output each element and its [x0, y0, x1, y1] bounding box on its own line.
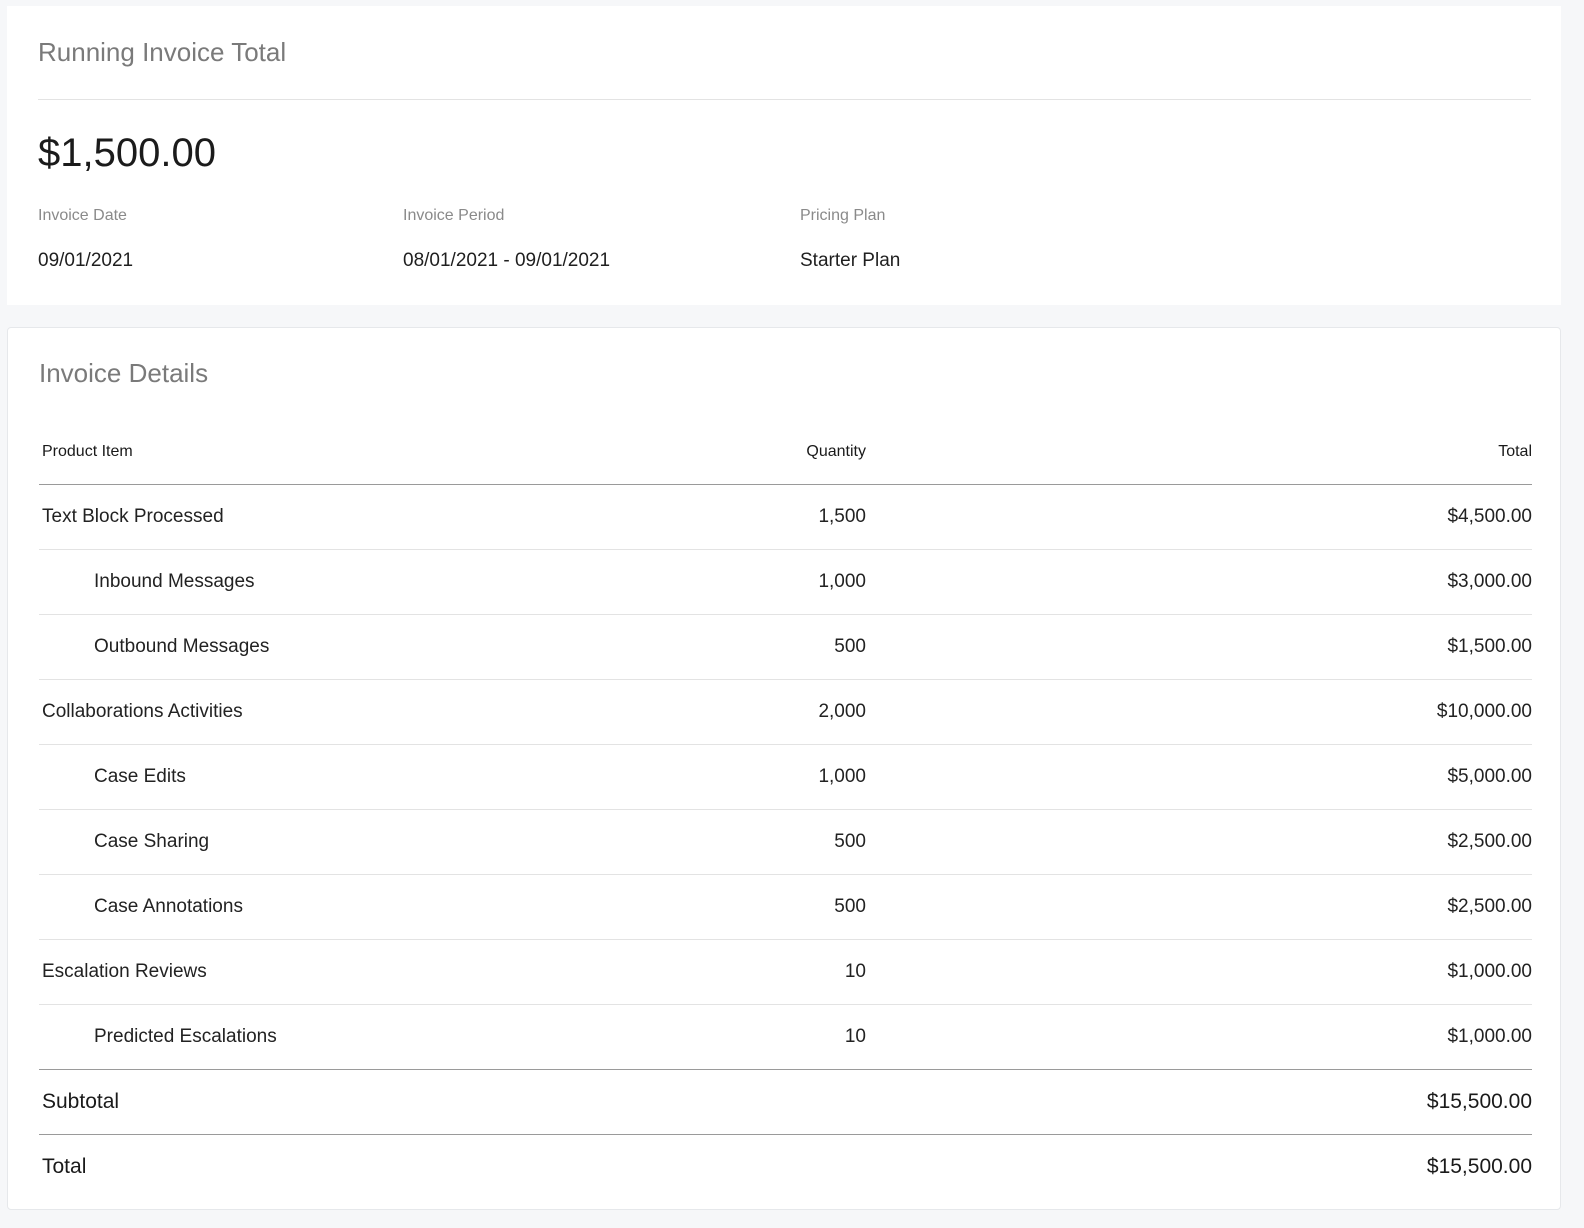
subtotal-spacer	[654, 1069, 866, 1135]
column-header-total: Total	[866, 419, 1532, 485]
row-item: Collaborations Activities	[39, 679, 654, 745]
row-item-link-case-edits[interactable]: Case Edits	[39, 744, 654, 810]
invoice-date-value: 09/01/2021	[38, 250, 134, 271]
invoice-details-table: Product Item Quantity Total Text Block P…	[39, 419, 1532, 1199]
table-row: Escalation Reviews 10 $1,000.00	[39, 939, 1532, 1005]
table-row: Case Edits 1,000 $5,000.00	[39, 744, 1532, 810]
subtotal-row: Subtotal $15,500.00	[39, 1069, 1532, 1135]
total-value: $15,500.00	[1426, 1155, 1532, 1178]
row-item: Text Block Processed	[39, 484, 654, 550]
row-total: $4,500.00	[866, 484, 1532, 550]
row-item: Escalation Reviews	[39, 939, 654, 1005]
row-total: $10,000.00	[866, 679, 1532, 745]
pricing-plan-value: Starter Plan	[800, 250, 901, 271]
running-invoice-card: Running Invoice Total $1,500.00 Invoice …	[7, 6, 1561, 305]
table-row: Case Annotations 500 $2,500.00	[39, 874, 1532, 940]
column-header-product-item: Product Item	[39, 419, 654, 485]
invoice-details-card: Invoice Details Product Item Quantity To…	[7, 327, 1561, 1210]
row-total: $2,500.00	[866, 874, 1532, 940]
table-row: Outbound Messages 500 $1,500.00	[39, 614, 1532, 680]
divider	[38, 99, 1531, 100]
row-item-link-case-annotations[interactable]: Case Annotations	[39, 874, 654, 940]
table-row: Text Block Processed 1,500 $4,500.00	[39, 484, 1532, 550]
row-total: $1,000.00	[866, 1004, 1532, 1070]
invoice-details-title: Invoice Details	[39, 358, 209, 388]
row-total: $1,500.00	[866, 614, 1532, 680]
row-item-link-outbound-messages[interactable]: Outbound Messages	[39, 614, 654, 680]
table-row: Case Sharing 500 $2,500.00	[39, 809, 1532, 875]
invoice-period-label: Invoice Period	[403, 207, 505, 224]
row-item-link-case-sharing[interactable]: Case Sharing	[39, 809, 654, 875]
column-header-quantity: Quantity	[654, 419, 866, 485]
row-item-link-inbound-messages[interactable]: Inbound Messages	[39, 549, 654, 615]
invoice-period-value: 08/01/2021 - 09/01/2021	[403, 250, 611, 271]
row-quantity: 500	[654, 614, 866, 680]
table-header-row: Product Item Quantity Total	[39, 419, 1532, 485]
row-quantity: 10	[654, 939, 866, 1005]
table-row: Inbound Messages 1,000 $3,000.00	[39, 549, 1532, 615]
invoice-date-label: Invoice Date	[38, 207, 127, 224]
subtotal-value: $15,500.00	[866, 1069, 1532, 1135]
row-total: $2,500.00	[866, 809, 1532, 875]
row-quantity: 500	[654, 809, 866, 875]
row-total: $3,000.00	[866, 549, 1532, 615]
total-label: Total	[42, 1155, 87, 1178]
row-item-link-predicted-escalations[interactable]: Predicted Escalations	[39, 1004, 654, 1070]
running-invoice-title: Running Invoice Total	[38, 37, 287, 67]
subtotal-label: Subtotal	[39, 1069, 654, 1135]
total-spacer	[654, 1135, 866, 1200]
row-quantity: 1,500	[654, 484, 866, 550]
pricing-plan-label: Pricing Plan	[800, 207, 886, 224]
table-row: Collaborations Activities 2,000 $10,000.…	[39, 679, 1532, 745]
row-quantity: 500	[654, 874, 866, 940]
row-total: $5,000.00	[866, 744, 1532, 810]
row-quantity: 10	[654, 1004, 866, 1070]
running-total-amount: $1,500.00	[38, 131, 216, 175]
row-total: $1,000.00	[866, 939, 1532, 1005]
row-quantity: 1,000	[654, 549, 866, 615]
table-row: Predicted Escalations 10 $1,000.00	[39, 1004, 1532, 1070]
row-quantity: 2,000	[654, 679, 866, 745]
total-row: Total $15,500.00	[39, 1135, 1532, 1200]
row-quantity: 1,000	[654, 744, 866, 810]
